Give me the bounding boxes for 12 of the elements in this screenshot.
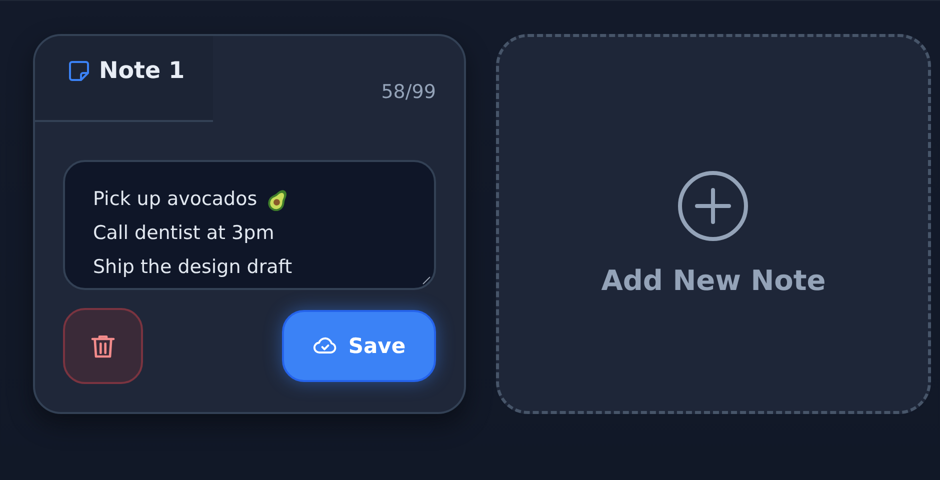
character-counter: 58/99 [381, 81, 436, 103]
note-line: Pick up avocados [93, 188, 258, 210]
resize-grip-icon[interactable] [420, 275, 431, 285]
note-line: Call dentist at 3pm [93, 222, 274, 244]
note-line: Ship the design draft [93, 256, 292, 278]
note-title: Note 1 [99, 58, 185, 84]
add-note-card[interactable]: Add New Note [496, 34, 931, 414]
plus-circle-icon [677, 170, 750, 242]
save-button[interactable]: Save [282, 310, 436, 382]
note-text-field[interactable]: Pick up avocados Call dentist at 3pm Ship the design draft [63, 160, 436, 290]
note-icon [67, 59, 91, 83]
delete-button[interactable] [63, 308, 143, 384]
